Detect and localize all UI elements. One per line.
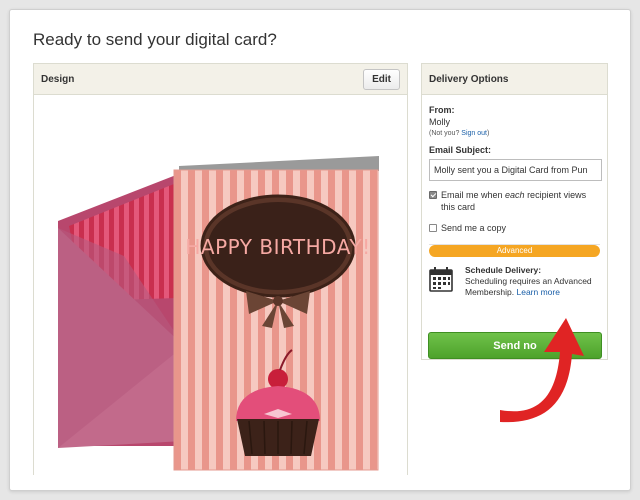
from-label: From: [429, 105, 455, 115]
schedule-text: Schedule Delivery: Scheduling requires a… [457, 265, 600, 298]
calendar-icon [429, 265, 457, 298]
advanced-badge: Advanced [429, 245, 600, 257]
design-panel-header: Design Edit [34, 64, 407, 95]
copy-label: Send me a copy [441, 223, 507, 233]
copy-checkbox[interactable] [429, 224, 437, 232]
notify-checkbox[interactable] [429, 191, 437, 199]
copy-row[interactable]: Send me a copy [429, 222, 600, 234]
card-greeting: HAPPY BIRTHDAY! [185, 235, 370, 259]
notify-label: Email me when each recipient views this … [441, 190, 587, 212]
email-subject-input[interactable] [429, 159, 602, 181]
page-title: Ready to send your digital card? [33, 30, 277, 49]
edit-button[interactable]: Edit [363, 68, 400, 90]
schedule-title: Schedule Delivery: [465, 265, 542, 275]
send-now-button[interactable]: Send no [428, 332, 602, 359]
schedule-delivery: Schedule Delivery: Scheduling requires a… [429, 265, 600, 298]
not-you-text: (Not you? Sign out) [429, 130, 490, 137]
sign-out-link[interactable]: Sign out [461, 130, 487, 137]
notify-row[interactable]: Email me when each recipient views this … [429, 189, 600, 213]
email-subject-label: Email Subject: [429, 145, 492, 155]
design-panel-title: Design [41, 73, 75, 85]
design-panel: Design Edit HAPPY BIRTHDAY! [33, 63, 408, 475]
birthday-card-preview: HAPPY BIRTHDAY! [58, 156, 379, 471]
delivery-panel-title: Delivery Options [429, 73, 509, 85]
page-frame: Ready to send your digital card? Design … [9, 9, 631, 491]
learn-more-link[interactable]: Learn more [517, 287, 560, 297]
delivery-panel-header: Delivery Options [422, 64, 607, 95]
delivery-options-panel: Delivery Options From: Molly (Not you? S… [421, 63, 608, 360]
sender-name: Molly [429, 117, 451, 127]
